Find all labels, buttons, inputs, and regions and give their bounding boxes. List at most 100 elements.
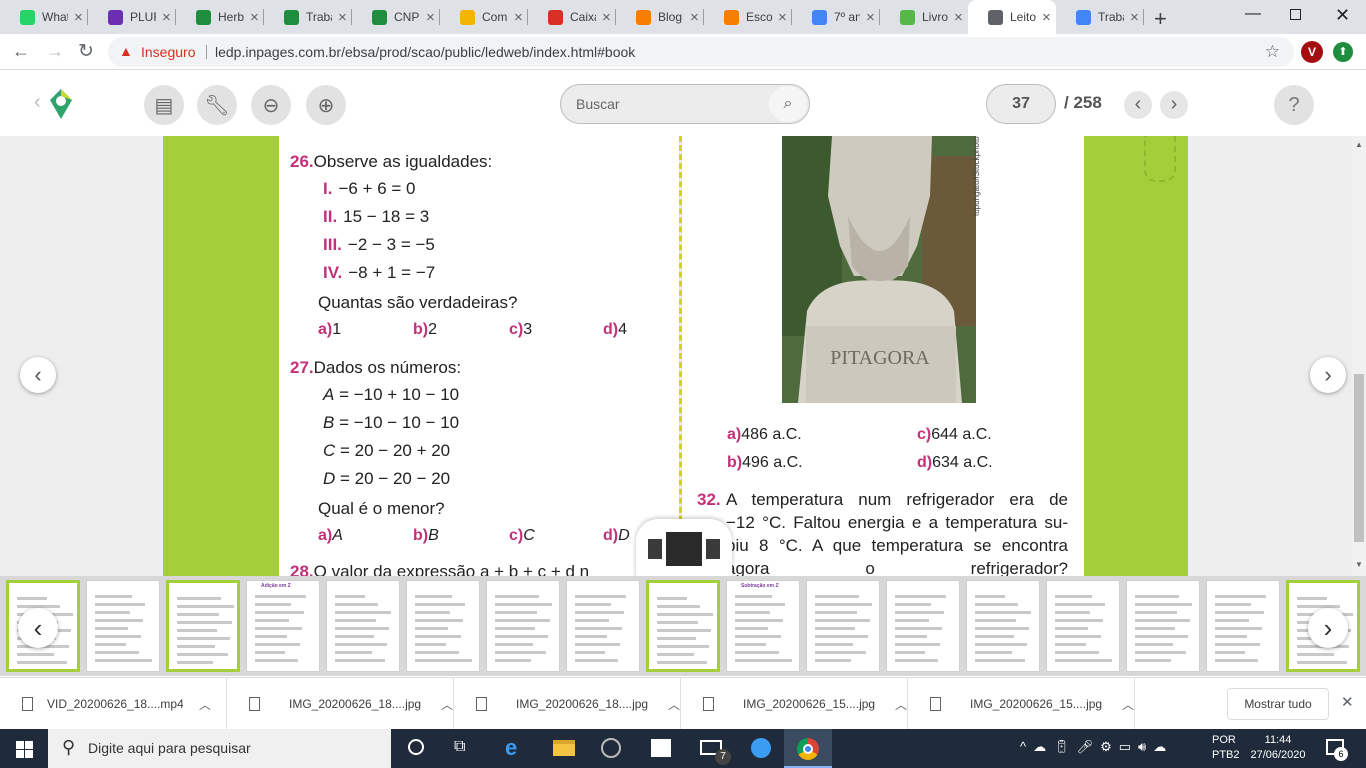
cortana-icon[interactable] [408, 739, 424, 755]
chevron-up-icon[interactable]: ︿ [895, 696, 907, 713]
close-tab-icon[interactable]: × [866, 9, 875, 26]
browser-tab[interactable]: Blog × [616, 0, 704, 34]
page-thumbnail[interactable] [566, 580, 640, 672]
page-thumbnail[interactable] [166, 580, 240, 672]
page-thumbnail[interactable] [1206, 580, 1280, 672]
browser-tab[interactable]: WhatsApp × [0, 0, 88, 34]
system-tray-icons[interactable]: ^☁🔋︎🎤︎⚙▭🔊︎☁ [1020, 739, 1173, 755]
chevron-up-icon[interactable]: ︿ [441, 696, 453, 713]
page-thumbnail[interactable] [1046, 580, 1120, 672]
close-tab-icon[interactable]: × [1130, 9, 1139, 26]
close-tab-icon[interactable]: × [954, 9, 963, 26]
update-icon[interactable]: ⬆ [1333, 42, 1353, 62]
browser-tab[interactable]: Escola × [704, 0, 792, 34]
new-tab-button[interactable]: + [1154, 6, 1167, 32]
browser-tab[interactable]: Livro × [880, 0, 968, 34]
reload-icon[interactable]: ↻ [78, 40, 94, 63]
thumbnail-line [1055, 611, 1090, 614]
prev-page-icon[interactable]: ‹ [1124, 91, 1152, 119]
file-explorer-icon[interactable] [553, 740, 575, 756]
book-list-icon[interactable]: ▤ [144, 85, 184, 125]
wrench-icon[interactable]: 🔧︎ [197, 85, 237, 125]
help-button[interactable]: ? [1274, 85, 1314, 125]
browser-tab[interactable]: 7º ano × [792, 0, 880, 34]
prev-spread-button[interactable]: ‹ [20, 357, 56, 393]
close-tab-icon[interactable]: × [426, 9, 435, 26]
vertical-scrollbar[interactable]: ▲ ▼ [1352, 136, 1366, 576]
page-thumbnail[interactable] [406, 580, 480, 672]
page-thumbnail[interactable] [86, 580, 160, 672]
back-icon[interactable]: ← [12, 41, 30, 62]
download-item[interactable]: IMG_20200626_15....jpg ︿ [681, 678, 908, 730]
page-number-input[interactable]: 37 [986, 84, 1056, 124]
download-item[interactable]: VID_20200626_18....mp4 ︿ [0, 678, 227, 730]
close-tab-icon[interactable]: × [338, 9, 347, 26]
maximize-button[interactable] [1290, 9, 1301, 20]
media-icon[interactable] [601, 738, 621, 758]
browser-tab[interactable]: Trabalho × [264, 0, 352, 34]
browser-tab[interactable]: PLURALL × [88, 0, 176, 34]
page-thumbnail[interactable]: Adição em Z [246, 580, 320, 672]
page-thumbnail[interactable] [886, 580, 960, 672]
clock[interactable]: 11:44 27/06/2020 [1248, 733, 1308, 763]
close-tab-icon[interactable]: × [1042, 9, 1051, 26]
browser-tab[interactable]: Caixa de entrada × [528, 0, 616, 34]
minimize-button[interactable]: — [1245, 5, 1261, 23]
bookmark-icon[interactable] [1144, 136, 1176, 182]
browser-tab[interactable]: Trabalho × [1056, 0, 1144, 34]
forward-icon[interactable]: → [46, 41, 64, 62]
collapse-chevron-icon[interactable]: ‹ [34, 91, 41, 114]
thumbnail-toggle-handle[interactable] [636, 519, 732, 576]
chrome-taskbar-button[interactable] [784, 729, 832, 768]
language-indicator[interactable]: POR PTB2 [1212, 733, 1240, 763]
taskbar-search-box[interactable]: ⚲ Digite aqui para pesquisar [48, 729, 391, 768]
chevron-up-icon[interactable]: ︿ [1122, 696, 1134, 713]
browser-tab[interactable]: CNP × [352, 0, 440, 34]
close-tab-icon[interactable]: × [74, 9, 83, 26]
close-window-button[interactable]: ✕ [1335, 5, 1350, 26]
profile-avatar[interactable]: V [1301, 41, 1323, 63]
task-view-icon[interactable]: ⧉ [454, 738, 465, 756]
close-tab-icon[interactable]: × [690, 9, 699, 26]
browser-tab[interactable]: Compartilhado × [440, 0, 528, 34]
browser-tab[interactable]: Herbário × [176, 0, 264, 34]
page-thumbnail[interactable] [646, 580, 720, 672]
download-item[interactable]: IMG_20200626_18....jpg ︿ [454, 678, 681, 730]
omnibox[interactable]: ▲ Inseguro ledp.inpages.com.br/ebsa/prod… [108, 37, 1294, 67]
close-tab-icon[interactable]: × [514, 9, 523, 26]
docs-icon [812, 9, 827, 25]
page-thumbnail[interactable] [326, 580, 400, 672]
chevron-up-icon[interactable]: ︿ [199, 696, 211, 713]
download-item[interactable]: IMG_20200626_15....jpg ︿ [908, 678, 1135, 730]
next-spread-button[interactable]: › [1310, 357, 1346, 393]
page-thumbnail[interactable] [486, 580, 560, 672]
page-thumbnail[interactable] [1126, 580, 1200, 672]
close-tab-icon[interactable]: × [250, 9, 259, 26]
thumbs-next-button[interactable]: › [1308, 608, 1348, 648]
safari-icon[interactable] [751, 738, 771, 758]
chevron-up-icon[interactable]: ︿ [668, 696, 680, 713]
zoom-out-icon[interactable]: ⊖ [251, 85, 291, 125]
close-tab-icon[interactable]: × [162, 9, 171, 26]
close-tab-icon[interactable]: × [602, 9, 611, 26]
search-icon[interactable]: ⌕ [769, 86, 807, 122]
thumbnail-line [657, 661, 707, 664]
browser-tab[interactable]: Leitor × [968, 0, 1056, 34]
scrollbar-thumb[interactable] [1354, 374, 1364, 542]
show-all-downloads-button[interactable]: Mostrar tudo [1227, 688, 1329, 720]
star-icon[interactable]: ☆ [1265, 37, 1280, 67]
next-page-icon[interactable]: › [1160, 91, 1188, 119]
thumbs-prev-button[interactable]: ‹ [18, 608, 58, 648]
close-tab-icon[interactable]: × [778, 9, 787, 26]
thumbnail-line [975, 651, 1012, 654]
zoom-in-icon[interactable]: ⊕ [306, 85, 346, 125]
download-item[interactable]: IMG_20200626_18....jpg ︿ [227, 678, 454, 730]
page-thumbnail[interactable] [966, 580, 1040, 672]
thumbnail-line [575, 659, 618, 662]
store-icon[interactable] [651, 739, 671, 757]
page-thumbnail[interactable]: Subtração em Z [726, 580, 800, 672]
close-downloads-icon[interactable]: ✕ [1341, 693, 1354, 711]
windows-start-icon[interactable] [16, 741, 33, 758]
edge-icon[interactable]: e [505, 735, 517, 761]
page-thumbnail[interactable] [806, 580, 880, 672]
